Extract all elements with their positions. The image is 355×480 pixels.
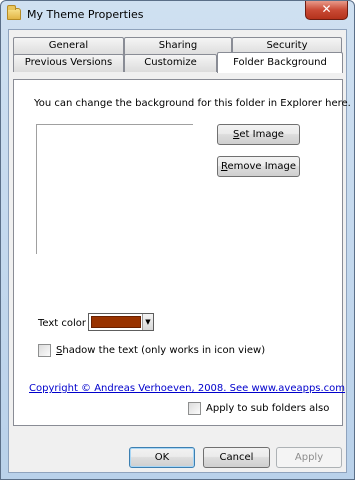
text-color-label: Text color [38,318,87,329]
tab-sharing[interactable]: Sharing [124,37,232,55]
tab-previous-versions[interactable]: Previous Versions [13,54,124,72]
chevron-down-icon[interactable]: ▼ [142,314,153,330]
ok-button[interactable]: OK [129,447,195,468]
remove-image-button[interactable]: Remove Image [217,156,300,177]
image-preview [36,124,193,254]
set-image-label: et Image [239,129,284,140]
shadow-checkbox[interactable] [38,344,51,357]
apply-sub-folders-checkbox[interactable] [188,402,201,415]
properties-window: My Theme Properties ✕ General Sharing Se… [0,0,355,480]
copyright-link[interactable]: Copyright © Andreas Verhoeven, 2008. See… [29,383,345,394]
text-color-picker[interactable]: ▼ [88,313,154,331]
remove-image-label: emove Image [227,161,297,172]
window-title: My Theme Properties [27,8,144,21]
set-image-button[interactable]: Set Image [217,124,300,145]
tab-folder-background[interactable]: Folder Background [217,52,343,73]
shadow-label[interactable]: Shadow the text (only works in icon view… [56,345,265,356]
dialog-body: General Sharing Security Previous Versio… [8,29,351,473]
close-button[interactable]: ✕ [305,1,348,20]
description-text: You can change the background for this f… [34,98,351,109]
tab-customize[interactable]: Customize [124,54,217,72]
tab-general[interactable]: General [13,37,124,55]
close-icon: ✕ [321,2,332,16]
folder-icon [7,5,21,20]
cancel-button[interactable]: Cancel [203,447,270,468]
apply-sub-folders-label[interactable]: Apply to sub folders also [206,403,329,414]
title-bar[interactable]: My Theme Properties ✕ [1,1,354,29]
apply-button[interactable]: Apply [276,447,342,468]
folder-background-panel: You can change the background for this f… [13,79,351,426]
shadow-label-text: hadow the text (only works in icon view) [62,345,266,356]
color-swatch [91,316,141,328]
